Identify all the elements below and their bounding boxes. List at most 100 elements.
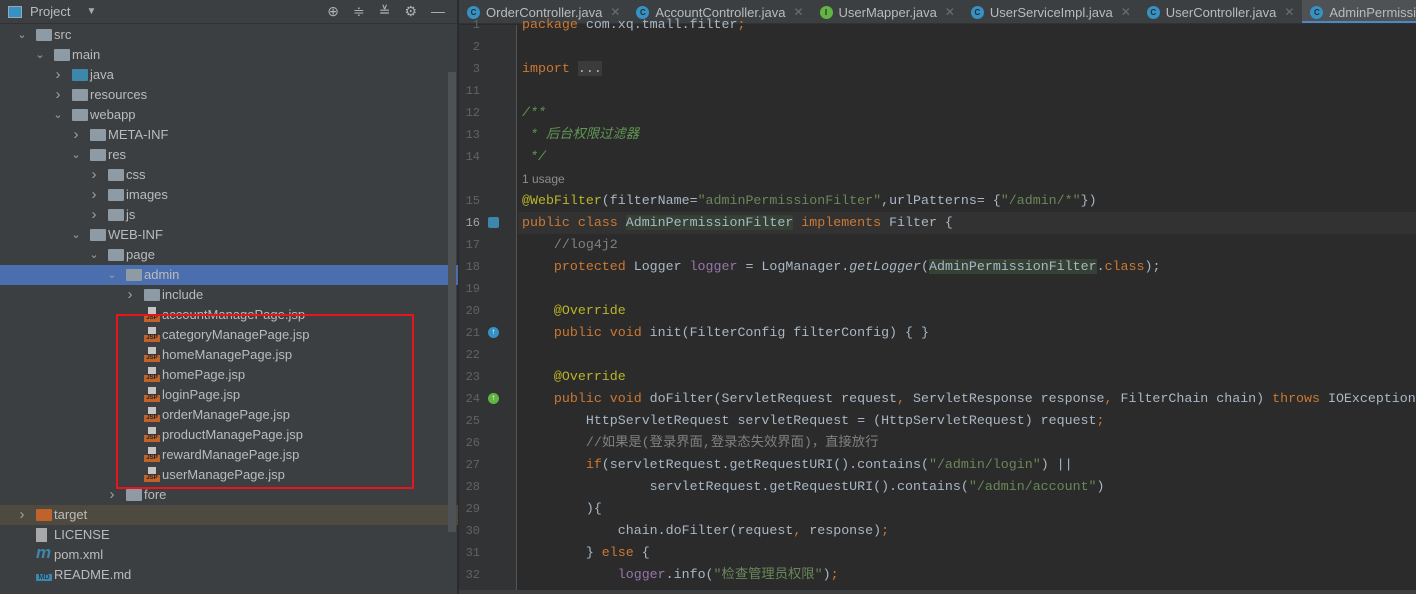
chevron-right-icon[interactable]: › [88, 205, 100, 225]
expand-all-icon[interactable]: ≑ [353, 3, 365, 20]
folder-icon [108, 249, 124, 261]
code-line[interactable]: 12 /** [466, 102, 1416, 124]
project-title[interactable]: Project [30, 4, 70, 19]
code-line[interactable]: 32 logger.info("检查管理员权限"); [466, 564, 1416, 586]
chevron-right-icon[interactable]: › [52, 85, 64, 105]
line-number: 18 [465, 260, 480, 274]
code-token: response) [809, 523, 882, 538]
chevron-down-icon[interactable]: ▼ [86, 6, 96, 17]
code-line[interactable]: 17 //log4j2 [466, 234, 1416, 256]
tree-item[interactable]: › images [0, 185, 447, 205]
class-icon[interactable] [488, 217, 499, 228]
folder-icon [36, 29, 52, 41]
chevron-right-icon[interactable]: › [70, 125, 82, 145]
code-token: ) [1096, 479, 1105, 494]
tree-item[interactable]: ⌄ WEB-INF [0, 225, 447, 245]
line-number: 15 [465, 194, 480, 208]
minimize-icon[interactable]: — [431, 3, 445, 20]
tree-item[interactable]: › resources [0, 85, 447, 105]
code-line[interactable]: 20 @Override [466, 300, 1416, 322]
tree-item[interactable]: ⌄ res [0, 145, 447, 165]
tree-item[interactable]: ⌄ webapp [0, 105, 447, 125]
code-line[interactable]: 13 * 后台权限过滤器 [466, 124, 1416, 146]
tree-item[interactable]: ⌄ admin [0, 265, 458, 285]
line-number: 13 [465, 128, 480, 142]
code-line[interactable]: 31 } else { [466, 542, 1416, 564]
code-token: ; [737, 17, 746, 32]
tree-item-label: main [72, 47, 101, 62]
code-token: else [601, 545, 642, 560]
tree-item[interactable]: ⌄ main [0, 45, 447, 65]
tree-item-label: java [90, 67, 114, 82]
tree-item[interactable]: › META-INF [0, 125, 447, 145]
code-line[interactable]: 22 [466, 344, 1416, 366]
code-editor[interactable]: 1 package com.xq.tmall.filter; 2 3 import ..… [466, 14, 1416, 586]
code-line[interactable]: 16 public class AdminPermissionFilter imp… [466, 212, 1416, 234]
chevron-down-icon[interactable]: ⌄ [106, 265, 118, 285]
tree-item[interactable]: › target [0, 505, 458, 525]
code-line[interactable]: 11 [466, 80, 1416, 102]
tree-item[interactable]: MD README.md [0, 565, 447, 585]
horizontal-scrollbar[interactable] [459, 590, 1416, 594]
line-number: 3 [472, 62, 480, 76]
code-line[interactable]: 18 protected Logger logger = LogManager.… [466, 256, 1416, 278]
code-token: */ [522, 149, 546, 164]
chevron-down-icon[interactable]: ⌄ [70, 225, 82, 245]
implements-icon[interactable]: ↑ [488, 327, 499, 338]
code-token: { [641, 545, 650, 560]
tree-item-label: images [126, 187, 168, 202]
code-token: } [522, 545, 602, 560]
code-token: AdminPermissionFilter [929, 259, 1097, 274]
chevron-down-icon[interactable]: ⌄ [70, 145, 82, 165]
code-line[interactable]: 21 ↑ public void init(FilterConfig filter… [466, 322, 1416, 344]
override-icon[interactable]: ↑ [488, 393, 499, 404]
tree-item[interactable]: › java [0, 65, 447, 85]
code-line[interactable]: 15 @WebFilter(filterName="adminPermission… [466, 190, 1416, 212]
tree-item-label: target [54, 507, 88, 522]
gear-icon[interactable]: ⚙ [404, 3, 417, 20]
chevron-right-icon[interactable]: › [124, 285, 136, 305]
code-line[interactable]: 19 [466, 278, 1416, 300]
code-token: com.xq.tmall.filter [585, 17, 738, 32]
usage-hint[interactable]: 1 usage [522, 172, 565, 186]
code-line[interactable]: 2 [473, 36, 1416, 58]
code-token: .info( [665, 567, 714, 582]
code-line[interactable]: 1 usage [518, 168, 1416, 190]
code-line[interactable]: 23 @Override [466, 366, 1416, 388]
code-line[interactable]: 30 chain.doFilter(request, response); [466, 520, 1416, 542]
code-line[interactable]: 26 //如果是(登录界面,登录态失效界面)，直接放行 [466, 432, 1416, 454]
tree-item[interactable]: › include [0, 285, 447, 305]
code-line[interactable]: 3 import ... [473, 58, 1416, 80]
chevron-down-icon[interactable]: ⌄ [16, 25, 28, 45]
tree-scrollbar[interactable] [448, 72, 456, 532]
code-line[interactable]: 28 servletRequest.getRequestURI().contai… [466, 476, 1416, 498]
code-token: Logger [633, 259, 690, 274]
code-token: package [522, 17, 586, 32]
code-line[interactable]: 14 */ [466, 146, 1416, 168]
code-token: ServletResponse response [913, 391, 1105, 406]
code-token: public void [522, 391, 650, 406]
locate-icon[interactable]: ⊕ [327, 3, 339, 20]
tree-item[interactable]: m pom.xml [0, 543, 447, 565]
chevron-down-icon[interactable]: ⌄ [52, 105, 64, 125]
chevron-right-icon[interactable]: › [88, 185, 100, 205]
code-line[interactable]: 24 ↑ public void doFilter(ServletRequest … [466, 388, 1416, 410]
code-line[interactable]: 25 HttpServletRequest servletRequest = (… [466, 410, 1416, 432]
code-line[interactable]: 1 package com.xq.tmall.filter; [473, 14, 1416, 36]
code-line[interactable]: 29 ){ [466, 498, 1416, 520]
tree-item[interactable]: LICENSE [0, 525, 447, 545]
code-line[interactable]: 27 if(servletRequest.getRequestURI().con… [466, 454, 1416, 476]
tree-item[interactable]: ⌄ src [0, 25, 447, 45]
tree-item[interactable]: › css [0, 165, 447, 185]
chevron-right-icon[interactable]: › [88, 165, 100, 185]
chevron-down-icon[interactable]: ⌄ [88, 245, 100, 265]
code-token: Filter { [889, 215, 953, 230]
chevron-right-icon[interactable]: › [52, 65, 64, 85]
collapse-all-icon[interactable]: ≚ [379, 3, 391, 20]
chevron-right-icon[interactable]: › [16, 505, 28, 525]
tree-item[interactable]: › js [0, 205, 447, 225]
chevron-down-icon[interactable]: ⌄ [34, 45, 46, 65]
tree-item[interactable]: ⌄ page [0, 245, 447, 265]
code-token: "检查管理员权限" [713, 567, 823, 582]
